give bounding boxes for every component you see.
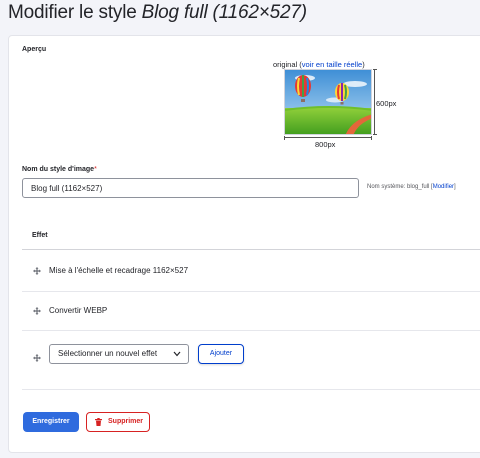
view-actual-size-link[interactable]: voir en taille réelle [302, 60, 362, 69]
preview-caption-prefix: original ( [273, 60, 302, 69]
effect-label[interactable]: Convertir WEBP [49, 306, 107, 315]
preview-height: 600px [376, 99, 397, 108]
chevron-down-icon [173, 351, 181, 357]
preview-label: Aperçu [22, 46, 47, 53]
new-effect-row: Sélectionner un nouvel effet Ajouter [22, 331, 480, 390]
drag-handle-icon[interactable] [33, 267, 41, 275]
save-button[interactable]: Enregistrer [23, 412, 79, 432]
preview-width: 800px [315, 140, 336, 149]
machine-name-text: Nom système: blog_full [ [367, 184, 433, 190]
effect-column-header: Effet [32, 232, 48, 239]
machine-name-suffix: ] [454, 184, 456, 190]
page-title-style-name: Blog full (1162×527) [141, 2, 307, 23]
machine-name-edit-link[interactable]: Modifier [433, 184, 454, 190]
effects-table-header: Effet [22, 232, 480, 250]
new-effect-select[interactable]: Sélectionner un nouvel effet [49, 344, 189, 364]
preview-image[interactable] [284, 69, 372, 135]
required-marker: * [94, 166, 97, 173]
trash-icon [95, 418, 102, 426]
page-title-prefix: Modifier le style [8, 2, 142, 23]
style-name-label-text: Nom du style d'image [22, 166, 95, 173]
preview-caption-suffix: ) [362, 60, 365, 69]
effect-row: Convertir WEBP [22, 292, 480, 331]
effect-label[interactable]: Mise à l'échelle et recadrage 1162×527 [49, 266, 188, 275]
add-effect-button[interactable]: Ajouter [198, 344, 244, 364]
effect-row: Mise à l'échelle et recadrage 1162×527 [22, 251, 480, 292]
drag-handle-icon[interactable] [33, 307, 41, 315]
delete-button[interactable]: Supprimer [86, 412, 150, 432]
style-name-label: Nom du style d'image* [22, 166, 97, 173]
machine-name: Nom système: blog_full [Modifier] [367, 184, 456, 190]
style-name-input[interactable] [22, 178, 359, 198]
edit-form-card: Aperçu original (voir en taille réelle) [8, 35, 480, 453]
new-effect-select-value: Sélectionner un nouvel effet [58, 349, 158, 358]
page-title: Modifier le style Blog full (1162×527) [8, 2, 307, 24]
drag-handle-icon[interactable] [33, 354, 41, 362]
delete-button-label: Supprimer [108, 418, 144, 425]
preview-caption: original (voir en taille réelle) [273, 60, 365, 69]
